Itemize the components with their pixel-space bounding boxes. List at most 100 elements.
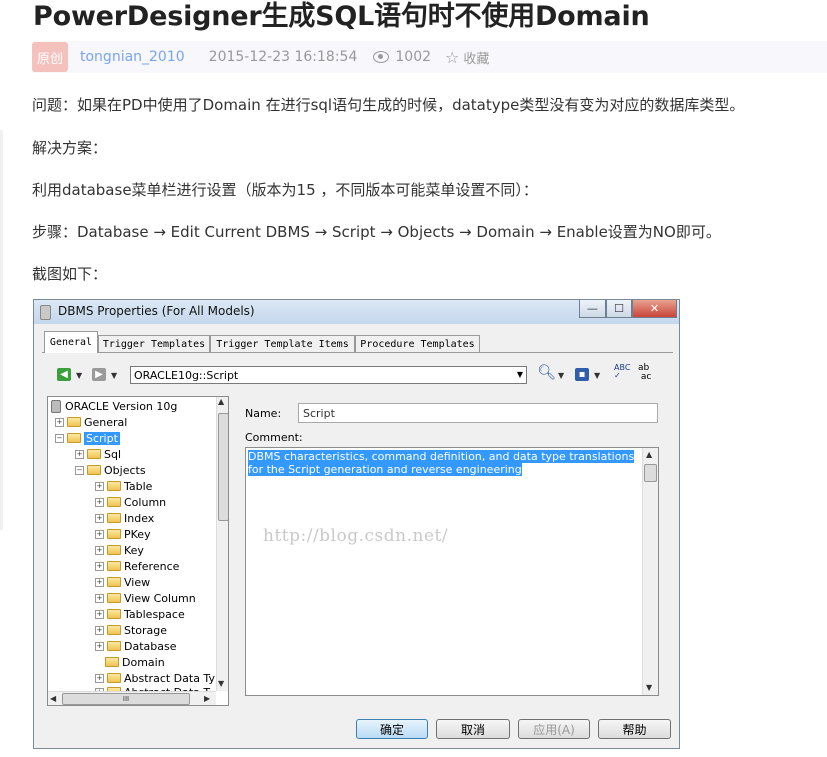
expand-icon[interactable]: + xyxy=(95,497,104,507)
tree-item-key[interactable]: + Key xyxy=(95,542,144,558)
forward-arrow-icon[interactable]: ▶ xyxy=(92,368,106,381)
name-field[interactable]: Script xyxy=(298,403,658,423)
maximize-button[interactable]: ☐ xyxy=(606,300,632,318)
tree-item-script[interactable]: − Script xyxy=(55,430,120,446)
help-button[interactable]: 帮助 xyxy=(598,719,671,739)
hscroll-thumb[interactable]: III xyxy=(62,693,190,705)
replace-icon[interactable]: ab ac xyxy=(638,364,651,382)
paragraph-problem: 问题：如果在PD中使用了Domain 在进行sql语句生成的时候，datatyp… xyxy=(32,96,745,114)
original-badge: 原创 xyxy=(32,42,68,72)
tree-item-view[interactable]: + View xyxy=(95,574,150,590)
view-count: 1002 xyxy=(395,49,432,65)
folder-icon xyxy=(107,545,121,555)
tree-vertical-scrollbar[interactable]: ▲ ▼ xyxy=(216,397,228,691)
folder-icon xyxy=(107,673,121,683)
comment-text: DBMS characteristics, command definition… xyxy=(248,450,635,476)
star-icon[interactable]: ☆ xyxy=(445,48,459,67)
database-icon xyxy=(40,305,51,320)
collapse-icon[interactable]: − xyxy=(75,465,84,475)
dbms-path-combo[interactable]: ORACLE10g::Script ▼ xyxy=(130,366,527,384)
tree-item-general[interactable]: + General xyxy=(55,414,127,430)
blog-watermark: http://blog.csdn.net/ xyxy=(263,526,449,546)
folder-open-icon xyxy=(67,433,81,443)
tab-trigger-template-items[interactable]: Trigger Template Items xyxy=(210,335,355,352)
tree-root[interactable]: ORACLE Version 10g xyxy=(51,398,177,414)
folder-icon xyxy=(107,577,121,587)
comment-scrollbar[interactable]: ▲ ▼ xyxy=(642,448,658,695)
folder-icon xyxy=(105,657,119,667)
search-dropdown-icon[interactable]: ▼ xyxy=(558,371,564,380)
cancel-button[interactable]: 取消 xyxy=(436,719,510,739)
tree-item-column[interactable]: + Column xyxy=(95,494,166,510)
expand-icon[interactable]: + xyxy=(75,449,84,459)
ok-button[interactable]: 确定 xyxy=(356,719,428,739)
expand-icon[interactable]: + xyxy=(95,673,104,683)
folder-icon xyxy=(107,561,121,571)
expand-icon[interactable]: + xyxy=(55,417,64,427)
views-eye-icon xyxy=(373,51,390,63)
dbms-tree[interactable]: ORACLE Version 10g + General − Script + Sql… xyxy=(47,396,229,706)
database-icon xyxy=(51,399,61,413)
scroll-up-icon[interactable]: ▲ xyxy=(646,450,652,459)
spell-check-icon[interactable]: ABC ✓ xyxy=(614,364,630,380)
save-icon[interactable]: ▪ xyxy=(575,368,589,381)
tree-item-database[interactable]: + Database xyxy=(95,638,177,654)
tree-item-reference[interactable]: + Reference xyxy=(95,558,179,574)
folder-open-icon xyxy=(87,465,101,475)
tree-horizontal-scrollbar[interactable]: ◀ III ▶ xyxy=(48,691,216,705)
comment-label: Comment: xyxy=(245,431,303,444)
tab-general[interactable]: General xyxy=(44,331,98,353)
scrollbar-thumb[interactable] xyxy=(218,413,228,521)
tree-item-index[interactable]: + Index xyxy=(95,510,154,526)
tree-item-domain[interactable]: Domain xyxy=(105,654,165,670)
expand-icon[interactable]: + xyxy=(95,641,104,651)
save-dropdown-icon[interactable]: ▼ xyxy=(594,371,600,380)
tree-item-objects[interactable]: − Objects xyxy=(75,462,146,478)
combo-value: ORACLE10g::Script xyxy=(134,368,239,382)
favorite-button[interactable]: 收藏 xyxy=(463,48,489,67)
tree-item-pkey[interactable]: + PKey xyxy=(95,526,151,542)
scrollbar-thumb[interactable] xyxy=(644,464,657,482)
tree-item-sql[interactable]: + Sql xyxy=(75,446,121,462)
dialog-title: DBMS Properties (For All Models) xyxy=(58,304,255,318)
forward-dropdown-icon[interactable]: ▼ xyxy=(111,371,117,380)
author-link[interactable]: tongnian_2010 xyxy=(80,49,185,65)
expand-icon[interactable]: + xyxy=(95,513,104,523)
expand-icon[interactable]: + xyxy=(95,561,104,571)
collapse-icon[interactable]: − xyxy=(55,433,64,443)
back-dropdown-icon[interactable]: ▼ xyxy=(76,371,82,380)
paragraph-steps: 步骤：Database → Edit Current DBMS → Script… xyxy=(32,223,721,241)
expand-icon[interactable]: + xyxy=(95,577,104,587)
page-left-edge xyxy=(0,130,3,530)
scroll-down-icon[interactable]: ▼ xyxy=(218,679,224,688)
folder-icon xyxy=(107,497,121,507)
comment-textarea[interactable]: DBMS characteristics, command definition… xyxy=(245,447,659,696)
back-arrow-icon[interactable]: ◀ xyxy=(57,368,71,381)
scroll-right-icon[interactable]: ▶ xyxy=(204,694,210,703)
close-button[interactable]: ✕ xyxy=(632,300,677,318)
chevron-down-icon[interactable]: ▼ xyxy=(517,370,523,379)
expand-icon[interactable]: + xyxy=(95,609,104,619)
tab-trigger-templates[interactable]: Trigger Templates xyxy=(98,335,210,352)
scroll-up-icon[interactable]: ▲ xyxy=(218,397,224,406)
tree-item-storage[interactable]: + Storage xyxy=(95,622,167,638)
expand-icon[interactable]: + xyxy=(95,529,104,539)
tree-item-tablespace[interactable]: + Tablespace xyxy=(95,606,185,622)
expand-icon[interactable]: + xyxy=(95,593,104,603)
tree-item-table[interactable]: + Table xyxy=(95,478,152,494)
minimize-button[interactable]: — xyxy=(579,300,606,318)
tree-item-view-column[interactable]: + View Column xyxy=(95,590,196,606)
folder-icon xyxy=(107,529,121,539)
paragraph-solution-heading: 解决方案： xyxy=(32,139,108,157)
folder-icon xyxy=(107,609,121,619)
search-icon[interactable]: 🔍︎ xyxy=(537,363,556,381)
tab-procedure-templates[interactable]: Procedure Templates xyxy=(355,335,480,352)
expand-icon[interactable]: + xyxy=(95,545,104,555)
expand-icon[interactable]: + xyxy=(95,481,104,491)
apply-button[interactable]: 应用(A) xyxy=(518,719,590,739)
scroll-left-icon[interactable]: ◀ xyxy=(50,694,56,703)
scroll-down-icon[interactable]: ▼ xyxy=(646,683,652,692)
expand-icon[interactable]: + xyxy=(95,625,104,635)
paragraph-method: 利用database菜单栏进行设置（版本为15 ，不同版本可能菜单设置不同）： xyxy=(32,181,538,199)
folder-icon xyxy=(107,593,121,603)
